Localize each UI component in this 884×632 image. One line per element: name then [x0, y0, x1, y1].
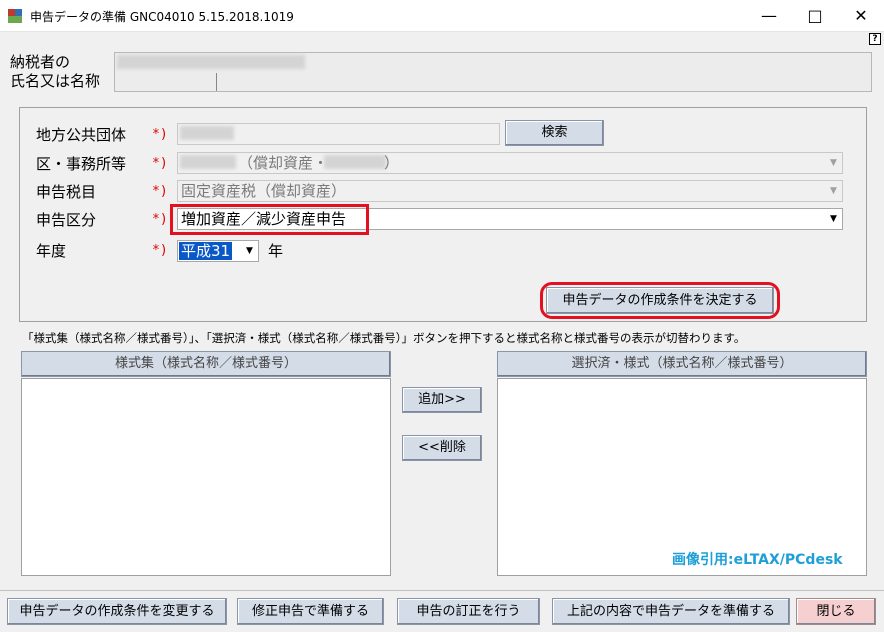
- chevron-down-icon: ▼: [830, 158, 837, 168]
- taxpayer-label-line1: 納税者の: [10, 53, 71, 71]
- correct-return-button[interactable]: 申告の訂正を行う: [397, 598, 540, 625]
- required-mark: *): [152, 212, 168, 227]
- office-select[interactable]: （償却資産・ ） ▼: [177, 152, 843, 174]
- form-catalog-header-button[interactable]: 様式集（様式名称／様式番号）: [21, 351, 391, 377]
- year-value: 平成31: [179, 242, 233, 260]
- tax-item-label: 申告税目: [36, 183, 97, 201]
- redacted-office-type: [324, 155, 386, 169]
- selected-forms-list[interactable]: [497, 378, 867, 576]
- tax-item-value: 固定資産税（償却資産）: [181, 182, 347, 200]
- redacted-local-gov: [180, 126, 234, 140]
- required-mark: *): [152, 156, 168, 171]
- window-title: 申告データの準備 GNC04010 5.15.2018.1019: [30, 10, 294, 24]
- highlight-box-decide: [540, 282, 780, 319]
- local-gov-field: [177, 123, 500, 145]
- year-unit: 年: [268, 242, 284, 260]
- image-credit-watermark: 画像引用:eLTAX/PCdesk: [672, 552, 843, 568]
- highlight-box-category: [170, 204, 369, 235]
- prepare-data-button[interactable]: 上記の内容で申告データを準備する: [552, 598, 790, 625]
- year-label: 年度: [36, 242, 67, 260]
- app-icon: [8, 9, 22, 23]
- form-catalog-list[interactable]: [21, 378, 391, 576]
- footer-divider: [0, 590, 884, 591]
- amend-return-button[interactable]: 修正申告で準備する: [237, 598, 384, 625]
- chevron-down-icon: ▼: [246, 246, 253, 256]
- taxpayer-name-field: [114, 52, 872, 92]
- office-label: 区・事務所等: [36, 155, 127, 173]
- title-bar: 申告データの準備 GNC04010 5.15.2018.1019 — □ ✕: [0, 0, 884, 32]
- local-gov-label: 地方公共団体: [36, 126, 127, 144]
- search-button[interactable]: 検索: [505, 120, 604, 146]
- tax-item-select[interactable]: 固定資産税（償却資産） ▼: [177, 180, 843, 202]
- required-mark: *): [152, 127, 168, 142]
- redacted-taxpayer-name: [117, 55, 305, 69]
- change-conditions-button[interactable]: 申告データの作成条件を変更する: [7, 598, 227, 625]
- taxpayer-label-line2: 氏名又は名称: [10, 72, 101, 90]
- required-mark: *): [152, 184, 168, 199]
- maximize-button[interactable]: □: [792, 0, 838, 32]
- add-button[interactable]: 追加>>: [402, 387, 482, 413]
- office-value-close: ）: [384, 154, 400, 172]
- chevron-down-icon: ▼: [830, 186, 837, 196]
- remove-button[interactable]: <<削除: [402, 435, 482, 461]
- close-window-button[interactable]: ✕: [838, 0, 884, 32]
- office-value-suffix: （償却資産・: [238, 154, 329, 172]
- year-select[interactable]: 平成31 ▼: [177, 240, 259, 262]
- close-button[interactable]: 閉じる: [796, 598, 876, 625]
- help-icon[interactable]: ?: [869, 33, 881, 45]
- selected-forms-header-button[interactable]: 選択済・様式（様式名称／様式番号）: [497, 351, 867, 377]
- category-label: 申告区分: [36, 211, 97, 229]
- minimize-button[interactable]: —: [746, 0, 792, 32]
- redacted-office: [180, 155, 236, 169]
- required-mark: *): [152, 243, 168, 258]
- chevron-down-icon: ▼: [830, 214, 837, 224]
- toggle-hint-text: 「様式集（様式名称／様式番号）」、「選択済・様式（様式名称／様式番号）」ボタンを…: [22, 331, 746, 345]
